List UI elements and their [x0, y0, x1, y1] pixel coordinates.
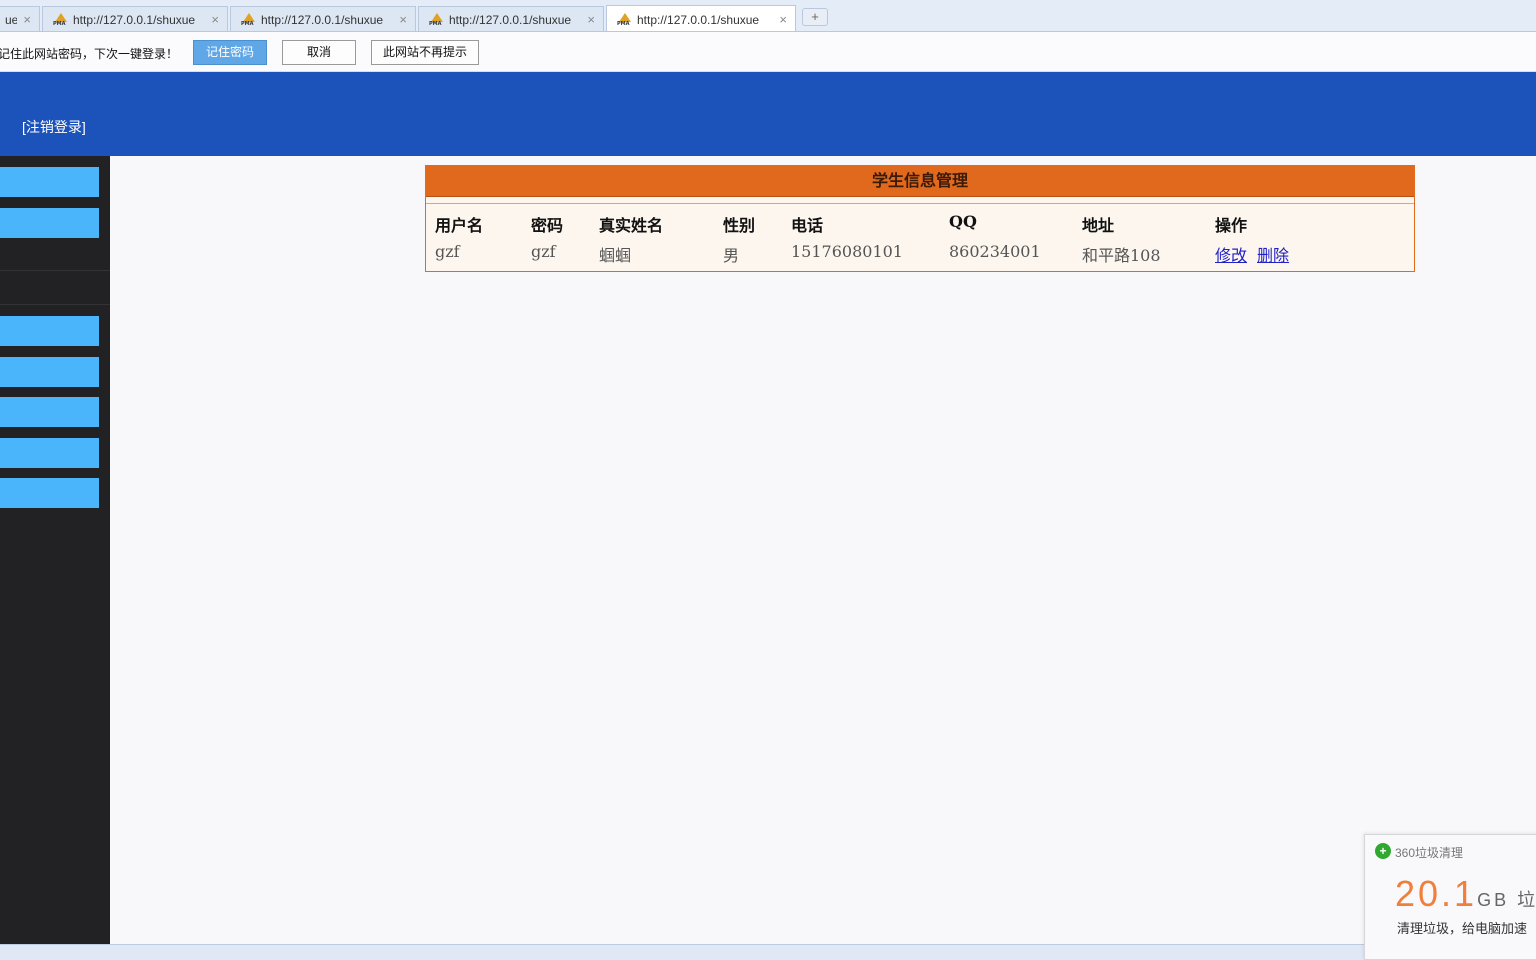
- delete-link[interactable]: 删除: [1257, 246, 1289, 265]
- tab-title: ue: [5, 12, 18, 27]
- tab-title: http://127.0.0.1/shuxue: [261, 12, 384, 27]
- phpmyadmin-favicon-icon: PMA: [617, 12, 633, 27]
- browser-tab-active[interactable]: PMA http://127.0.0.1/shuxue ×: [606, 5, 796, 31]
- sidebar-item[interactable]: [0, 357, 99, 387]
- cancel-button[interactable]: 取消: [282, 40, 356, 65]
- browser-status-bar: [0, 944, 1536, 960]
- browser-tab-strip: ue × PMA http://127.0.0.1/shuxue × PMA h…: [0, 0, 1536, 32]
- browser-tab[interactable]: ue ×: [0, 6, 40, 31]
- column-header-realname: 真实姓名: [599, 216, 664, 235]
- popup-title: 360垃圾清理: [1395, 846, 1464, 860]
- panel-title: 学生信息管理: [426, 166, 1414, 197]
- column-header-password: 密码: [531, 216, 564, 235]
- column-header-actions: 操作: [1215, 216, 1248, 235]
- panel-separator: [426, 197, 1414, 204]
- edit-link[interactable]: 修改: [1215, 246, 1247, 265]
- cell-username: gzf: [435, 242, 460, 261]
- cell-realname: 蝈蝈: [599, 246, 632, 265]
- browser-tab[interactable]: PMA http://127.0.0.1/shuxue ×: [418, 6, 604, 31]
- sidebar: [0, 156, 110, 944]
- sidebar-item[interactable]: [0, 397, 99, 427]
- never-prompt-button[interactable]: 此网站不再提示: [371, 40, 479, 65]
- sidebar-item[interactable]: [0, 316, 99, 346]
- close-icon[interactable]: ×: [23, 12, 31, 27]
- browser-tab[interactable]: PMA http://127.0.0.1/shuxue ×: [230, 6, 416, 31]
- column-header-qq: QQ: [949, 212, 977, 231]
- cell-gender: 男: [723, 246, 740, 265]
- new-tab-button[interactable]: +: [802, 8, 828, 26]
- remember-password-button[interactable]: 记住密码: [193, 40, 267, 65]
- browser-tab[interactable]: PMA http://127.0.0.1/shuxue ×: [42, 6, 228, 31]
- phpmyadmin-favicon-icon: PMA: [429, 12, 445, 27]
- tab-title: http://127.0.0.1/shuxue: [637, 12, 760, 27]
- close-icon[interactable]: ×: [211, 12, 219, 27]
- close-icon[interactable]: ×: [779, 12, 787, 27]
- tab-title: http://127.0.0.1/shuxue: [73, 12, 196, 27]
- junk-amount: 20.1: [1395, 873, 1478, 914]
- sidebar-item[interactable]: [0, 208, 99, 238]
- sidebar-divider: [0, 270, 110, 271]
- 360-logo-icon: +: [1375, 843, 1391, 859]
- sidebar-item[interactable]: [0, 478, 99, 508]
- cell-qq: 860234001: [949, 242, 1041, 261]
- cell-password: gzf: [531, 242, 556, 261]
- tab-title: http://127.0.0.1/shuxue: [449, 12, 572, 27]
- junk-unit: GB 垃: [1477, 890, 1536, 910]
- sidebar-item[interactable]: [0, 438, 99, 468]
- cell-address: 和平路108: [1082, 246, 1161, 265]
- cell-actions: 修改 删除: [1215, 242, 1299, 266]
- junk-size: 20.1GB 垃: [1395, 873, 1536, 915]
- sidebar-item[interactable]: [0, 167, 99, 197]
- sidebar-divider: [0, 304, 110, 305]
- phpmyadmin-favicon-icon: PMA: [53, 12, 69, 27]
- column-header-address: 地址: [1082, 216, 1115, 235]
- popup-subtitle: 清理垃圾，给电脑加速: [1397, 921, 1528, 936]
- column-header-gender: 性别: [723, 216, 756, 235]
- cell-phone: 15176080101: [791, 242, 903, 261]
- column-header-username: 用户名: [435, 216, 484, 235]
- logout-link[interactable]: [注销登录]: [22, 117, 86, 137]
- phpmyadmin-favicon-icon: PMA: [241, 12, 257, 27]
- student-table-panel: 学生信息管理 用户名 密码 真实姓名 性别 电话 QQ 地址 操作 gzf gz…: [425, 165, 1415, 272]
- close-icon[interactable]: ×: [399, 12, 407, 27]
- cleanup-notification-popup[interactable]: + 360垃圾清理 20.1GB 垃 清理垃圾，给电脑加速: [1364, 834, 1536, 960]
- close-icon[interactable]: ×: [587, 12, 595, 27]
- column-header-phone: 电话: [791, 216, 824, 235]
- save-password-bar: 记住此网站密码，下次一键登录！ 记住密码 取消 此网站不再提示: [0, 32, 1536, 72]
- save-password-message: 记住此网站密码，下次一键登录！: [0, 47, 179, 61]
- page-header: [注销登录]: [0, 72, 1536, 156]
